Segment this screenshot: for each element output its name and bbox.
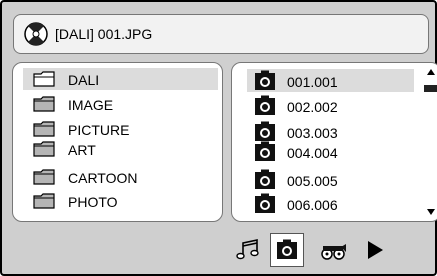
play-icon	[368, 241, 383, 259]
file-label: 003.003	[287, 125, 338, 141]
film-reel-icon	[321, 244, 346, 260]
play-button[interactable]	[358, 233, 392, 267]
file-item-006[interactable]: 006.006	[247, 192, 414, 215]
camera-icon	[255, 70, 275, 90]
folder-icon	[33, 193, 55, 209]
disc-icon	[24, 22, 48, 46]
folder-icon	[33, 141, 55, 157]
folder-label: IMAGE	[68, 97, 114, 113]
folder-icon	[33, 96, 55, 112]
folder-item-dali[interactable]: DALI	[23, 68, 218, 90]
media-browser-window: [DALI] 001.JPG DALI IMAGE PICTURE ART CA…	[0, 0, 437, 276]
folder-item-image[interactable]: IMAGE	[23, 93, 218, 115]
movie-mode-button[interactable]	[316, 233, 350, 267]
file-label: 005.005	[287, 173, 338, 189]
file-item-004[interactable]: 004.004	[247, 140, 414, 163]
file-item-001[interactable]: 001.001	[247, 69, 414, 92]
current-file-bar: [DALI] 001.JPG	[13, 14, 429, 54]
camera-icon	[255, 121, 275, 141]
media-type-toolbar	[2, 230, 437, 270]
music-mode-button[interactable]	[232, 233, 266, 267]
camera-icon	[277, 239, 297, 259]
scroll-up-arrow-icon[interactable]	[424, 65, 437, 79]
folder-icon	[33, 169, 55, 185]
folder-label: CARTOON	[68, 170, 138, 186]
folder-label: ART	[68, 142, 96, 158]
current-file-name: [DALI] 001.JPG	[55, 26, 153, 42]
folder-label: PHOTO	[68, 194, 118, 210]
file-label: 002.002	[287, 99, 338, 115]
folder-item-art[interactable]: ART	[23, 138, 218, 160]
camera-icon	[255, 193, 275, 213]
folder-icon	[33, 121, 55, 137]
photo-mode-button[interactable]	[270, 233, 304, 267]
camera-icon	[255, 169, 275, 189]
file-list-scrollbar[interactable]	[424, 65, 437, 219]
camera-icon	[255, 141, 275, 161]
file-item-005[interactable]: 005.005	[247, 168, 414, 191]
folder-item-picture[interactable]: PICTURE	[23, 118, 218, 140]
folder-label: DALI	[68, 72, 100, 88]
folder-label: PICTURE	[68, 122, 130, 138]
folder-open-icon	[33, 71, 55, 87]
file-label: 006.006	[287, 197, 338, 213]
scrollbar-thumb[interactable]	[424, 85, 437, 92]
file-label: 004.004	[287, 145, 338, 161]
file-label: 001.001	[287, 74, 338, 90]
camera-icon	[255, 95, 275, 115]
music-note-icon	[236, 239, 259, 260]
file-item-002[interactable]: 002.002	[247, 94, 414, 117]
scroll-down-arrow-icon[interactable]	[424, 205, 437, 219]
folder-list-panel: DALI IMAGE PICTURE ART CARTOON PHOTO	[12, 62, 223, 222]
folder-item-photo[interactable]: PHOTO	[23, 190, 218, 212]
file-list-panel: 001.001 002.002 003.003 004.004 005.005 …	[231, 62, 437, 222]
folder-item-cartoon[interactable]: CARTOON	[23, 166, 218, 188]
